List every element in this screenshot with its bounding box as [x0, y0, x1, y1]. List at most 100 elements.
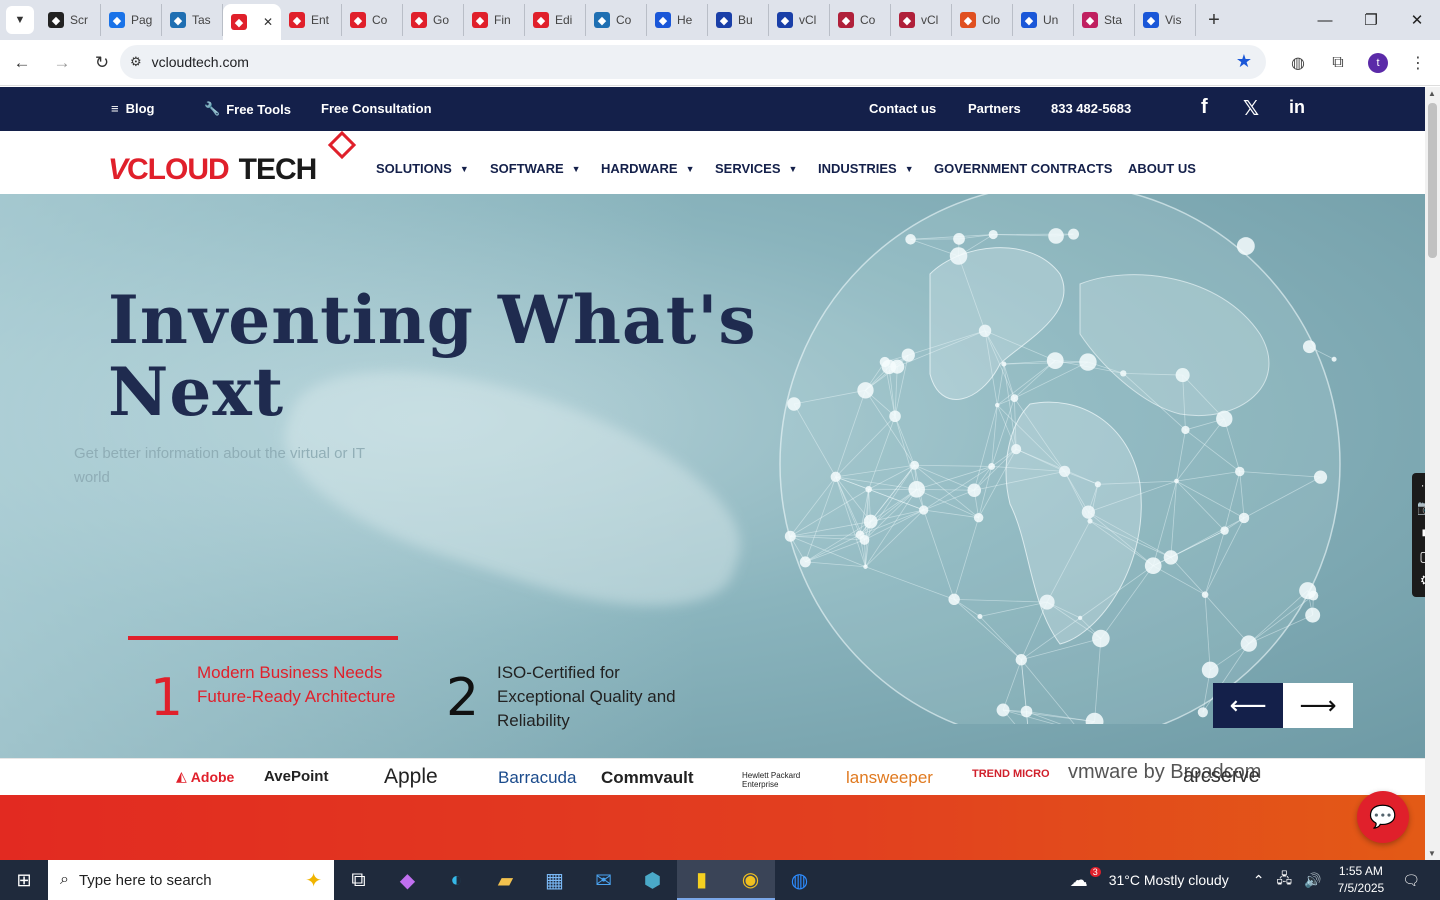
free-tools-link[interactable]: 🔧 Free Tools	[204, 101, 291, 117]
browser-tab[interactable]: ◆ Vis	[1135, 4, 1196, 36]
browser-tab[interactable]: ◆ ✕	[223, 4, 281, 40]
linkedin-icon[interactable]: in	[1289, 97, 1305, 118]
blog-link[interactable]: ≡ Blog	[111, 101, 154, 116]
prev-slide-button[interactable]: ⟵	[1213, 683, 1283, 728]
taskbar-search[interactable]: ⌕ Type here to search ✦	[48, 860, 334, 900]
brand-trend-micro[interactable]: TREND MICRO	[972, 768, 1050, 780]
profile-avatar[interactable]: t	[1368, 53, 1388, 73]
nav-industries[interactable]: INDUSTRIES ▼	[818, 161, 914, 176]
slide-1-number[interactable]: 1	[150, 672, 183, 724]
file-explorer-icon[interactable]: ▰	[481, 860, 530, 900]
window-controls: — ❐ ✕	[1302, 0, 1440, 40]
browser-tab[interactable]: ◆ Un	[1013, 4, 1074, 36]
menu-lines-icon: ≡	[111, 101, 119, 116]
nav-about-us[interactable]: ABOUT US	[1128, 161, 1196, 176]
bookmark-star-icon[interactable]: ★	[1236, 51, 1252, 72]
slide-1-text[interactable]: Modern Business Needs Future-Ready Archi…	[197, 661, 407, 709]
url-text[interactable]: vcloudtech.com	[152, 54, 249, 70]
edge-icon[interactable]: ◐	[432, 860, 481, 900]
weather-widget[interactable]: ☁ 3 31°C Mostly cloudy	[1070, 867, 1229, 891]
nav-software[interactable]: SOFTWARE ▼	[490, 161, 581, 176]
nav-services[interactable]: SERVICES ▼	[715, 161, 797, 176]
eye-icon: ◆	[48, 12, 64, 28]
brand-lansweeper[interactable]: lansweeper	[846, 768, 933, 788]
network-node	[1201, 591, 1209, 599]
browser-tab[interactable]: ◆ Co	[342, 4, 403, 36]
notifications-icon[interactable]: 🗨	[1402, 872, 1420, 889]
maximize-icon[interactable]: ❐	[1348, 0, 1394, 40]
brand-arcserve[interactable]: arcserve	[1183, 765, 1260, 788]
brand-hpe[interactable]: Hewlett Packard Enterprise	[742, 771, 806, 789]
browser-tab[interactable]: ◆ Bu	[708, 4, 769, 36]
menu-kebab-icon[interactable]: ⋮	[1400, 45, 1436, 81]
browser-tab[interactable]: ◆ Go	[403, 4, 464, 36]
browser-tab[interactable]: ◆ Co	[586, 4, 647, 36]
site-logo[interactable]: V CLOUD TECH	[108, 130, 357, 187]
task-view-icon[interactable]: ⧉	[334, 860, 383, 900]
clock[interactable]: 1:55 AM 7/5/2025	[1338, 863, 1385, 897]
zoom-icon[interactable]: ◍	[775, 860, 824, 900]
chat-widget-button[interactable]: 💬	[1357, 791, 1409, 843]
nav-hardware[interactable]: HARDWARE ▼	[601, 161, 694, 176]
browser-tab[interactable]: ◆ vCl	[891, 4, 952, 36]
phone-link[interactable]: 833 482-5683	[1051, 101, 1131, 116]
browser-tab[interactable]: ◆ Fin	[464, 4, 525, 36]
browser-tab[interactable]: ◆ Edi	[525, 4, 586, 36]
page-scrollbar[interactable]: ▲ ▼	[1425, 87, 1440, 860]
browser-tab[interactable]: ◆ Ent	[281, 4, 342, 36]
vcloud-icon: ◆	[350, 12, 366, 28]
browser-tab[interactable]: ◆ Tas	[162, 4, 223, 36]
sticky-notes-icon[interactable]: ▮	[677, 860, 726, 900]
browser-tab[interactable]: ◆ He	[647, 4, 708, 36]
chevron-up-icon[interactable]: ⌃	[1253, 872, 1265, 889]
hero-banner: Inventing What's Next Get better informa…	[0, 194, 1425, 758]
scrollbar-thumb[interactable]	[1428, 103, 1437, 258]
nav-government-contracts[interactable]: GOVERNMENT CONTRACTS	[934, 161, 1112, 176]
browser-tab[interactable]: ◆ vCl	[769, 4, 830, 36]
next-slide-button[interactable]: ⟶	[1283, 683, 1353, 728]
store-icon[interactable]: ▦	[530, 860, 579, 900]
x-twitter-icon[interactable]: 𝕏	[1243, 96, 1259, 121]
back-icon[interactable]: ←	[4, 45, 40, 81]
brand-avepoint[interactable]: AvePoint	[264, 768, 328, 785]
facebook-icon[interactable]: f	[1201, 96, 1208, 119]
slide-2-text[interactable]: ISO-Certified for Exceptional Quality an…	[497, 661, 707, 733]
brand-adobe[interactable]: ◭ Adobe	[176, 768, 234, 785]
volume-icon[interactable]: 🔊	[1304, 872, 1321, 889]
browser-tab[interactable]: ◆ Sta	[1074, 4, 1135, 36]
site-info-icon[interactable]: ⚙	[130, 54, 142, 70]
scroll-up-icon[interactable]: ▲	[1428, 89, 1436, 98]
extensions-icon[interactable]: ⧉	[1320, 45, 1356, 81]
vcloud-icon: ◆	[289, 12, 305, 28]
partners-link[interactable]: Partners	[968, 101, 1021, 116]
contact-link[interactable]: Contact us	[869, 101, 936, 116]
browser-tab[interactable]: ◆ Pag	[101, 4, 162, 36]
network-icon[interactable]: 🖧	[1276, 868, 1292, 892]
translate-icon[interactable]: ◍	[1280, 45, 1316, 81]
brand-commvault[interactable]: Commvault	[601, 768, 694, 788]
mail-icon[interactable]: ✉	[579, 860, 628, 900]
adobe-icon: ◭	[176, 768, 187, 784]
close-window-icon[interactable]: ✕	[1394, 0, 1440, 40]
brand-apple[interactable]: Apple	[381, 765, 438, 789]
hex-app-icon[interactable]: ⬢	[628, 860, 677, 900]
tab-close-icon[interactable]: ✕	[263, 15, 273, 29]
minimize-icon[interactable]: —	[1302, 0, 1348, 40]
scroll-down-icon[interactable]: ▼	[1428, 849, 1436, 858]
tab-search-dropdown[interactable]: ▼	[6, 6, 34, 34]
free-consultation-link[interactable]: Free Consultation	[321, 101, 432, 116]
reload-icon[interactable]: ↻	[84, 45, 120, 81]
nav-solutions[interactable]: SOLUTIONS ▼	[376, 161, 469, 176]
brand-barracuda[interactable]: Barracuda	[498, 768, 576, 788]
new-tab-button[interactable]: +	[1200, 6, 1228, 34]
browser-tab[interactable]: ◆ Clo	[952, 4, 1013, 36]
forward-icon[interactable]: →	[44, 45, 80, 81]
browser-tab[interactable]: ◆ Scr	[40, 4, 101, 36]
chrome-icon[interactable]: ◉	[726, 860, 775, 900]
address-bar[interactable]: ⚙ vcloudtech.com ★	[120, 45, 1266, 79]
slide-2-number[interactable]: 2	[446, 672, 479, 724]
windows-start-icon[interactable]: ⊞	[0, 860, 48, 900]
browser-tab[interactable]: ◆ Co	[830, 4, 891, 36]
copilot-icon[interactable]: ◆	[383, 860, 432, 900]
network-node	[1068, 228, 1080, 240]
